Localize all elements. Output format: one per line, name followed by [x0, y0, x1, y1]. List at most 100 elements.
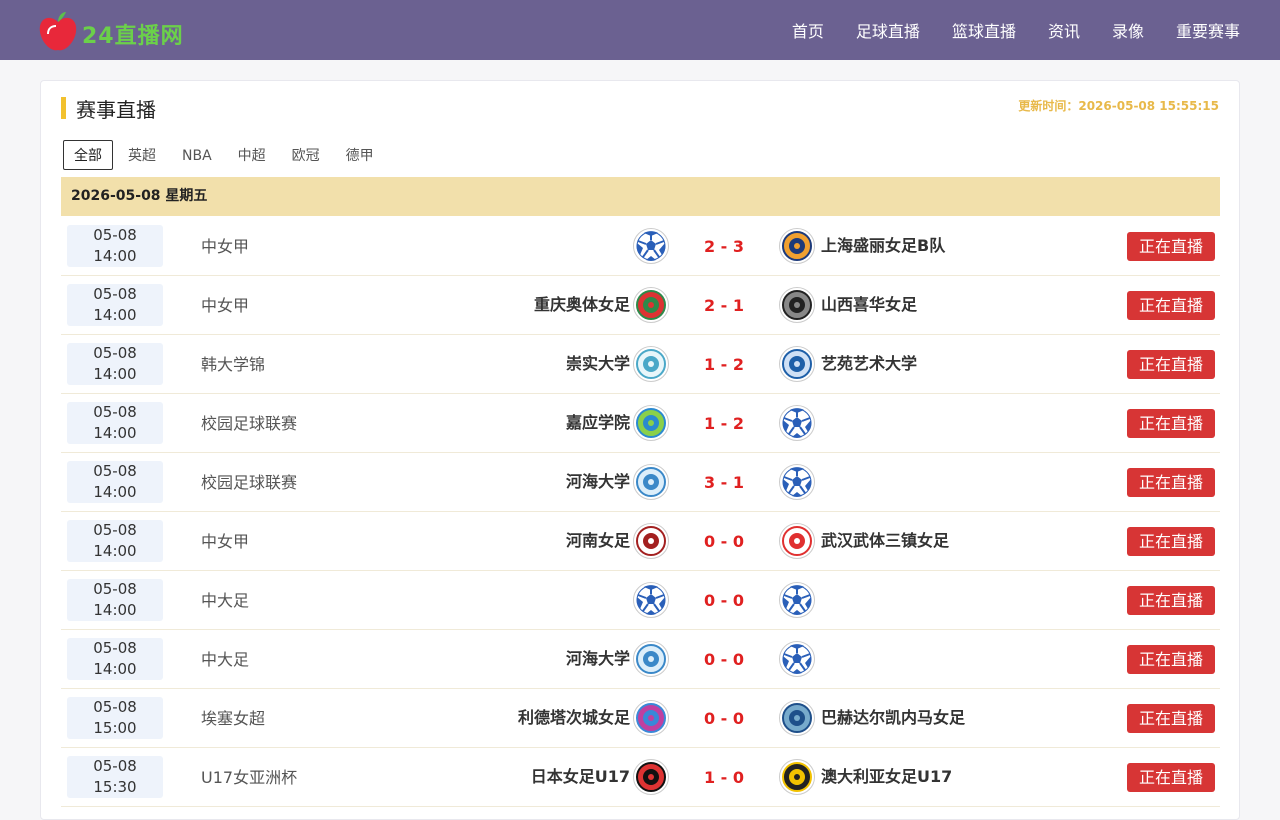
away-team-logo-icon[interactable] [779, 582, 815, 618]
match-time: 05-08 15:00 [67, 697, 163, 739]
home-team-name[interactable]: 利德塔次城女足 [518, 689, 630, 746]
match-score: 0 - 0 [703, 650, 745, 669]
league-name[interactable]: 中女甲 [201, 512, 249, 571]
league-name[interactable]: 韩大学锦 [201, 335, 265, 394]
league-name[interactable]: U17女亚洲杯 [201, 748, 297, 807]
home-team-logo-icon[interactable] [633, 464, 669, 500]
section-title-text: 赛事直播 [76, 97, 156, 122]
nav-item[interactable]: 资讯 [1048, 18, 1080, 42]
league-tab[interactable]: 英超 [117, 140, 167, 170]
match-row[interactable]: 05-08 14:00 校园足球联赛 嘉应学院 1 - 2 正在直播 [61, 394, 1220, 453]
away-team-name[interactable]: 巴赫达尔凯内马女足 [821, 689, 965, 746]
live-button[interactable]: 正在直播 [1127, 586, 1215, 615]
home-team-logo-icon[interactable] [633, 700, 669, 736]
home-team-name[interactable]: 河海大学 [566, 453, 630, 510]
home-team-name[interactable]: 嘉应学院 [566, 394, 630, 451]
match-score: 2 - 3 [703, 237, 745, 256]
away-team-logo-icon[interactable] [779, 228, 815, 264]
match-clock: 14:00 [93, 601, 137, 619]
match-row[interactable]: 05-08 15:00 埃塞女超 利德塔次城女足 0 - 0 巴赫达尔凯内马女足 正在直播 [61, 689, 1220, 748]
home-team-logo-icon[interactable] [633, 641, 669, 677]
match-row[interactable]: 05-08 14:00 中女甲 重庆奥体女足 2 - 1 山西喜华女足 正在直播 [61, 276, 1220, 335]
live-button[interactable]: 正在直播 [1127, 409, 1215, 438]
league-tab[interactable]: 全部 [63, 140, 113, 170]
league-name[interactable]: 中女甲 [201, 276, 249, 335]
away-team-logo-icon[interactable] [779, 346, 815, 382]
home-team-name[interactable]: 重庆奥体女足 [534, 276, 630, 333]
match-row[interactable]: 05-08 14:00 中大足 河海大学 0 - 0 正在直播 [61, 630, 1220, 689]
match-time: 05-08 14:00 [67, 284, 163, 326]
league-name[interactable]: 校园足球联赛 [201, 394, 297, 453]
match-row[interactable]: 05-08 14:00 中女甲 2 - 3 上海盛丽女足B队 正在直播 [61, 217, 1220, 276]
nav-item[interactable]: 首页 [792, 18, 824, 42]
league-tab[interactable]: NBA [171, 140, 223, 170]
league-name[interactable]: 中大足 [201, 571, 249, 630]
match-date: 05-08 [93, 639, 137, 657]
update-time: 更新时间：2026-05-08 15:55:15 [1018, 99, 1219, 113]
league-name[interactable]: 埃塞女超 [201, 689, 265, 748]
league-name[interactable]: 中女甲 [201, 217, 249, 276]
home-team-logo-icon[interactable] [633, 405, 669, 441]
nav-item[interactable]: 重要赛事 [1176, 18, 1240, 42]
away-team-name[interactable]: 上海盛丽女足B队 [821, 217, 945, 274]
title-accent-bar [61, 97, 66, 119]
match-date: 05-08 [93, 698, 137, 716]
live-button[interactable]: 正在直播 [1127, 763, 1215, 792]
away-team-name[interactable]: 山西喜华女足 [821, 276, 917, 333]
match-list: 05-08 14:00 中女甲 2 - 3 上海盛丽女足B队 正在直播 05-08 14:00… [61, 217, 1220, 807]
match-row[interactable]: 05-08 14:00 中女甲 河南女足 0 - 0 武汉武体三镇女足 正在直播 [61, 512, 1220, 571]
match-time: 05-08 14:00 [67, 520, 163, 562]
live-button[interactable]: 正在直播 [1127, 527, 1215, 556]
live-button[interactable]: 正在直播 [1127, 468, 1215, 497]
nav-item[interactable]: 录像 [1112, 18, 1144, 42]
match-score: 3 - 1 [703, 473, 745, 492]
league-name[interactable]: 校园足球联赛 [201, 453, 297, 512]
home-team-logo-icon[interactable] [633, 523, 669, 559]
match-row[interactable]: 05-08 14:00 中大足 0 - 0 正在直播 [61, 571, 1220, 630]
live-button[interactable]: 正在直播 [1127, 645, 1215, 674]
home-team-logo-icon[interactable] [633, 759, 669, 795]
away-team-logo-icon[interactable] [779, 641, 815, 677]
away-team-name[interactable]: 武汉武体三镇女足 [821, 512, 949, 569]
live-button[interactable]: 正在直播 [1127, 291, 1215, 320]
home-team-logo-icon[interactable] [633, 582, 669, 618]
away-team-name[interactable]: 艺苑艺术大学 [821, 335, 917, 392]
live-button[interactable]: 正在直播 [1127, 350, 1215, 379]
away-team-logo-icon[interactable] [779, 287, 815, 323]
match-clock: 14:00 [93, 424, 137, 442]
home-team-name[interactable]: 日本女足U17 [531, 748, 630, 805]
home-team-logo-icon[interactable] [633, 287, 669, 323]
match-clock: 14:00 [93, 483, 137, 501]
match-clock: 15:30 [93, 778, 137, 796]
home-team-name[interactable]: 河南女足 [566, 512, 630, 569]
away-team-logo-icon[interactable] [779, 405, 815, 441]
match-row[interactable]: 05-08 14:00 校园足球联赛 河海大学 3 - 1 正在直播 [61, 453, 1220, 512]
home-team-name[interactable]: 崇实大学 [566, 335, 630, 392]
nav-item[interactable]: 足球直播 [856, 18, 920, 42]
match-date: 05-08 [93, 285, 137, 303]
league-tab[interactable]: 中超 [227, 140, 277, 170]
site-logo[interactable]: 24直播网 [38, 10, 188, 54]
match-row[interactable]: 05-08 15:30 U17女亚洲杯 日本女足U17 1 - 0 澳大利亚女足U17 正在… [61, 748, 1220, 807]
match-date: 05-08 [93, 344, 137, 362]
home-team-logo-icon[interactable] [633, 228, 669, 264]
league-tab[interactable]: 欧冠 [281, 140, 331, 170]
away-team-logo-icon[interactable] [779, 759, 815, 795]
live-button[interactable]: 正在直播 [1127, 704, 1215, 733]
away-team-logo-icon[interactable] [779, 700, 815, 736]
league-tab[interactable]: 德甲 [335, 140, 385, 170]
away-team-logo-icon[interactable] [779, 523, 815, 559]
home-team-name[interactable]: 河海大学 [566, 630, 630, 687]
logo-text: 24直播网 [82, 24, 184, 49]
top-navbar: 24直播网 首页 足球直播 篮球直播 资讯 录像 重要赛事 [0, 0, 1280, 60]
live-button[interactable]: 正在直播 [1127, 232, 1215, 261]
nav-item[interactable]: 篮球直播 [952, 18, 1016, 42]
match-date: 05-08 [93, 521, 137, 539]
away-team-logo-icon[interactable] [779, 464, 815, 500]
match-clock: 14:00 [93, 306, 137, 324]
league-name[interactable]: 中大足 [201, 630, 249, 689]
home-team-logo-icon[interactable] [633, 346, 669, 382]
match-clock: 14:00 [93, 660, 137, 678]
away-team-name[interactable]: 澳大利亚女足U17 [821, 748, 952, 805]
match-row[interactable]: 05-08 14:00 韩大学锦 崇实大学 1 - 2 艺苑艺术大学 正在直播 [61, 335, 1220, 394]
